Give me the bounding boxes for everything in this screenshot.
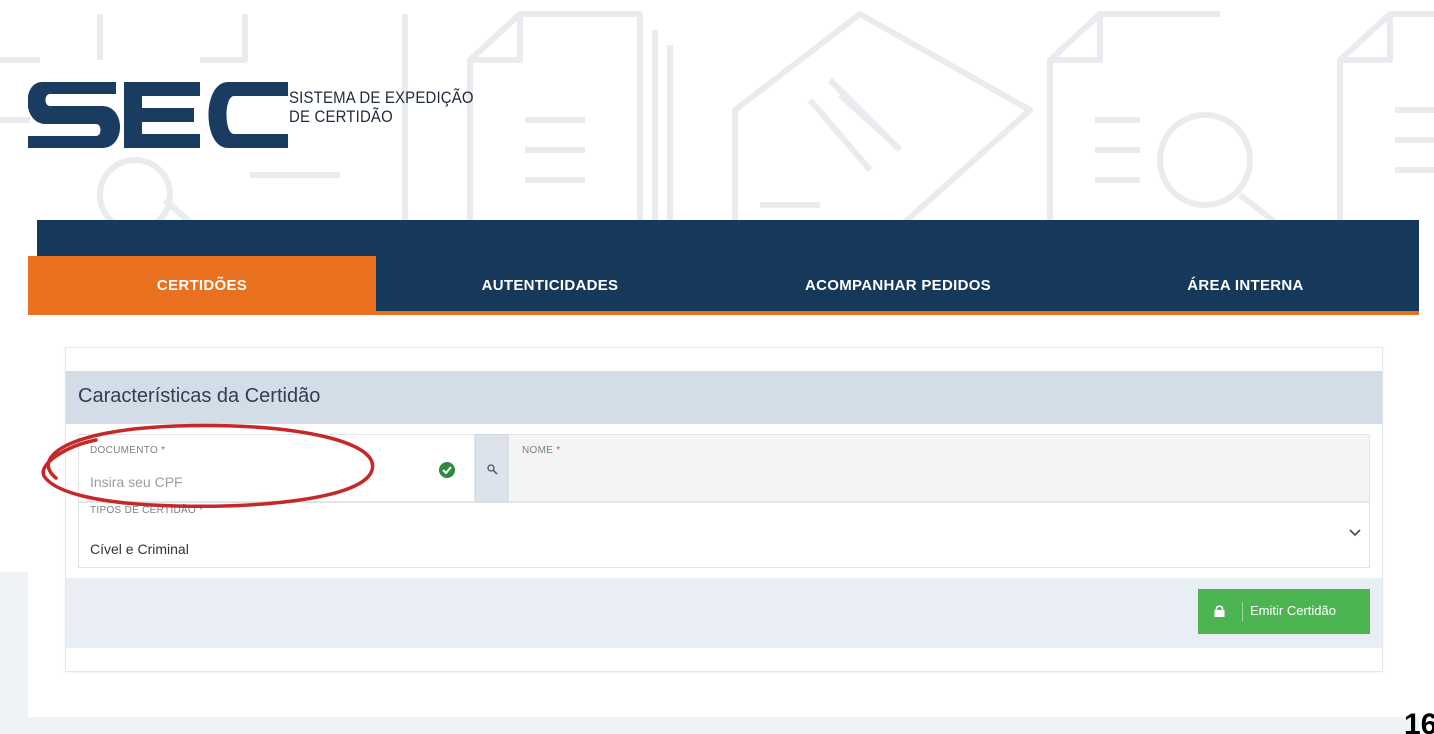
required-mark: * — [556, 445, 561, 456]
button-separator — [1242, 602, 1243, 621]
tipos-selected-value: Cível e Criminal — [90, 541, 189, 557]
emitir-certidao-label: Emitir Certidão — [1250, 603, 1336, 618]
lock-icon — [1214, 605, 1225, 617]
documento-label-text: DOCUMENTO — [90, 445, 159, 456]
tab-acompanhar-pedidos[interactable]: ACOMPANHAR PEDIDOS — [724, 256, 1072, 314]
search-icon — [487, 464, 498, 475]
sec-logo-mark — [28, 82, 288, 148]
required-mark: * — [161, 445, 166, 456]
main-tabs: CERTIDÕES AUTENTICIDADES ACOMPANHAR PEDI… — [28, 256, 1419, 314]
search-button[interactable] — [475, 434, 508, 502]
tipos-label: TIPOS DE CERTIDÃO * — [90, 505, 203, 516]
logo-line-1: SISTEMA DE EXPEDIÇÃO — [289, 88, 474, 107]
nome-label-text: NOME — [522, 445, 554, 456]
tab-certidoes[interactable]: CERTIDÕES — [28, 256, 376, 314]
chevron-down-icon — [1349, 529, 1361, 537]
page-number: 16 — [1404, 708, 1434, 734]
tab-autenticidades[interactable]: AUTENTICIDADES — [376, 256, 724, 314]
main-content: Características da Certidão DOCUMENTO * — [28, 315, 1419, 717]
site-header: SISTEMA DE EXPEDIÇÃO DE CERTIDÃO — [0, 0, 1434, 222]
documento-label: DOCUMENTO * — [90, 445, 165, 456]
cpf-input[interactable] — [90, 471, 420, 493]
sec-logo[interactable]: SISTEMA DE EXPEDIÇÃO DE CERTIDÃO — [28, 78, 508, 158]
tipos-certidao-select[interactable]: TIPOS DE CERTIDÃO * Cível e Criminal — [78, 502, 1370, 568]
certidao-form-card: Características da Certidão DOCUMENTO * — [65, 347, 1383, 672]
card-header: Características da Certidão — [66, 371, 1382, 424]
logo-subtitle: SISTEMA DE EXPEDIÇÃO DE CERTIDÃO — [289, 88, 474, 126]
required-mark: * — [199, 505, 204, 516]
emitir-certidao-button[interactable]: Emitir Certidão — [1198, 589, 1370, 634]
tipos-label-text: TIPOS DE CERTIDÃO — [90, 505, 197, 516]
nome-field[interactable]: NOME * — [508, 434, 1370, 502]
nome-label: NOME * — [522, 445, 561, 456]
card-footer: Emitir Certidão — [66, 578, 1382, 648]
card-title: Características da Certidão — [78, 385, 321, 407]
document-row: DOCUMENTO * NOME * — [78, 434, 1370, 502]
logo-line-2: DE CERTIDÃO — [289, 107, 393, 126]
tab-area-interna[interactable]: ÁREA INTERNA — [1072, 256, 1419, 314]
right-margin — [1419, 220, 1434, 734]
check-circle-icon — [439, 462, 455, 478]
documento-field[interactable]: DOCUMENTO * — [78, 434, 475, 502]
